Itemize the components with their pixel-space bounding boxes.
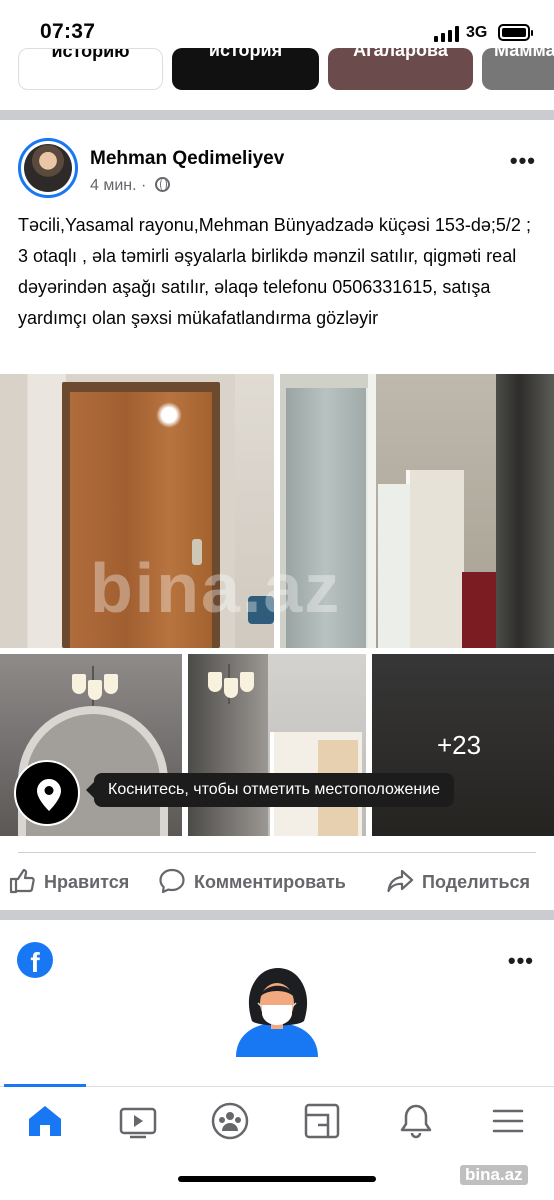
post-photo[interactable] [188,654,366,836]
story-card[interactable]: Агаларова [328,48,473,90]
like-button[interactable]: Нравится [8,866,148,896]
post-more-button[interactable]: ••• [510,148,536,174]
feed-separator [0,910,554,920]
photo-watermark: bina.az [90,549,342,627]
story-card[interactable]: Мамма [482,48,554,90]
menu-icon[interactable] [488,1101,528,1141]
video-icon[interactable] [118,1101,158,1141]
card-more-button[interactable]: ••• [508,948,534,974]
post-meta: 4 мин. · [90,177,170,195]
story-card[interactable]: историю [18,48,163,90]
facebook-logo-icon: f [17,942,53,978]
location-pin-icon [37,779,61,811]
action-divider [18,852,536,853]
site-watermark: bina.az [460,1165,528,1185]
battery-icon [498,24,533,41]
comment-button[interactable]: Комментировать [158,866,378,896]
network-label: 3G [466,24,488,41]
post-time[interactable]: 4 мин. [90,177,137,194]
story-card[interactable]: история [172,48,319,90]
avatar[interactable] [18,138,78,198]
comment-label: Комментировать [194,872,346,892]
story-label: Мамма [494,48,554,60]
marketplace-icon[interactable] [302,1101,342,1141]
share-button[interactable]: Поделиться [386,866,554,896]
person-mask-illustration [236,968,318,1057]
nav-active-indicator [4,1084,86,1087]
location-button[interactable] [14,760,80,826]
meta-separator: · [141,177,147,194]
status-time: 07:37 [40,20,96,43]
post-author[interactable]: Mehman Qedimeliyev [90,148,284,170]
post-actions: Нравится Комментировать Поделиться [0,866,554,896]
signal-icon [434,26,460,42]
post-text: Təcili,Yasamal rayonu,Mehman Bünyadzadə … [18,215,531,328]
story-label: Агаларова [353,48,448,60]
globe-icon [154,177,170,192]
home-icon[interactable] [25,1101,65,1141]
thumbs-up-icon [9,868,35,894]
share-label: Поделиться [422,872,531,892]
comment-icon [159,868,185,894]
feed-separator [0,110,554,120]
story-label: историю [51,48,130,61]
stories-strip: историю история Агаларова Мамма [0,48,554,92]
more-photos-count[interactable]: +23 [437,730,481,761]
like-label: Нравится [44,872,130,892]
story-label: история [208,48,283,60]
location-tooltip[interactable]: Коснитесь, чтобы отметить местоположение [85,773,455,807]
home-indicator [178,1176,376,1182]
share-icon [387,869,414,893]
groups-icon[interactable] [210,1101,250,1141]
bell-icon[interactable] [396,1101,436,1141]
